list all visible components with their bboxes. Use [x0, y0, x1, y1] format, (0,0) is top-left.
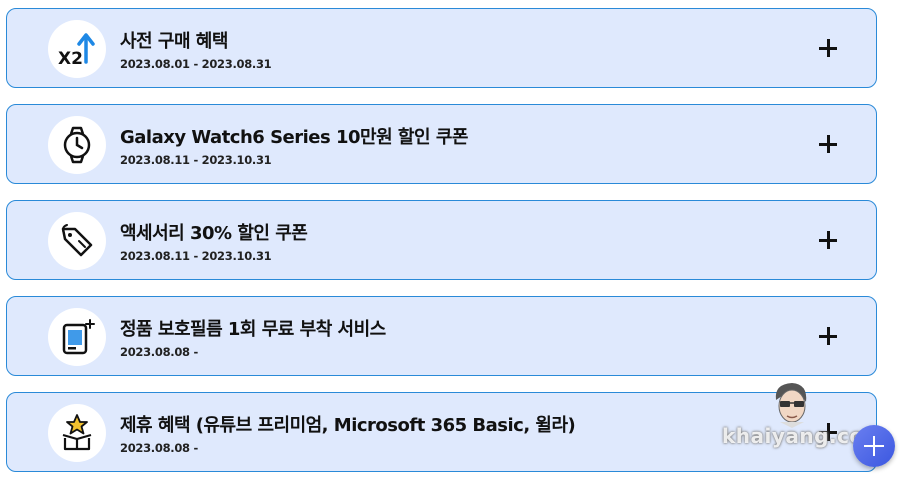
benefit-date: 2023.08.01 - 2023.08.31 — [120, 57, 272, 71]
expand-plus-icon[interactable] — [817, 229, 839, 251]
benefits-list: X2 사전 구매 혜택 2023.08.01 - 2023.08.31 Gala… — [6, 8, 877, 488]
expand-plus-icon[interactable] — [817, 325, 839, 347]
benefit-title: 제휴 혜택 (유튜브 프리미엄, Microsoft 365 Basic, 윌라… — [120, 415, 576, 436]
benefit-card-screen-protector[interactable]: 정품 보호필름 1회 무료 부착 서비스 2023.08.08 - — [6, 296, 877, 376]
gift-box-star-icon — [62, 414, 92, 451]
icon-badge — [48, 308, 106, 366]
screen-protector-icon — [62, 319, 95, 355]
icon-badge — [48, 116, 106, 174]
benefit-title: 액세서리 30% 할인 쿠폰 — [120, 223, 308, 244]
benefit-title: 정품 보호필름 1회 무료 부착 서비스 — [120, 319, 386, 340]
icon-badge — [48, 212, 106, 270]
icon-badge — [48, 404, 106, 462]
benefit-card-accessory-coupon[interactable]: 액세서리 30% 할인 쿠폰 2023.08.11 - 2023.10.31 — [6, 200, 877, 280]
benefit-date: 2023.08.11 - 2023.10.31 — [120, 249, 272, 263]
expand-plus-icon[interactable] — [817, 421, 839, 443]
benefit-card-watch-coupon[interactable]: Galaxy Watch6 Series 10만원 할인 쿠폰 2023.08.… — [6, 104, 877, 184]
svg-text:X2: X2 — [58, 49, 83, 69]
benefit-date: 2023.08.08 - — [120, 441, 198, 455]
benefit-date: 2023.08.11 - 2023.10.31 — [120, 153, 272, 167]
benefit-title: 사전 구매 혜택 — [120, 31, 228, 52]
price-tag-icon — [61, 224, 93, 257]
expand-plus-icon[interactable] — [817, 133, 839, 155]
floating-add-button[interactable] — [853, 425, 895, 467]
expand-plus-icon[interactable] — [817, 37, 839, 59]
benefit-card-preorder[interactable]: X2 사전 구매 혜택 2023.08.01 - 2023.08.31 — [6, 8, 877, 88]
icon-badge: X2 — [48, 20, 106, 78]
benefit-card-partner[interactable]: 제휴 혜택 (유튜브 프리미엄, Microsoft 365 Basic, 윌라… — [6, 392, 877, 472]
watch-icon — [63, 126, 91, 164]
benefit-date: 2023.08.08 - — [120, 345, 198, 359]
benefit-title: Galaxy Watch6 Series 10만원 할인 쿠폰 — [120, 127, 468, 148]
x2-arrow-icon: X2 — [58, 33, 95, 69]
